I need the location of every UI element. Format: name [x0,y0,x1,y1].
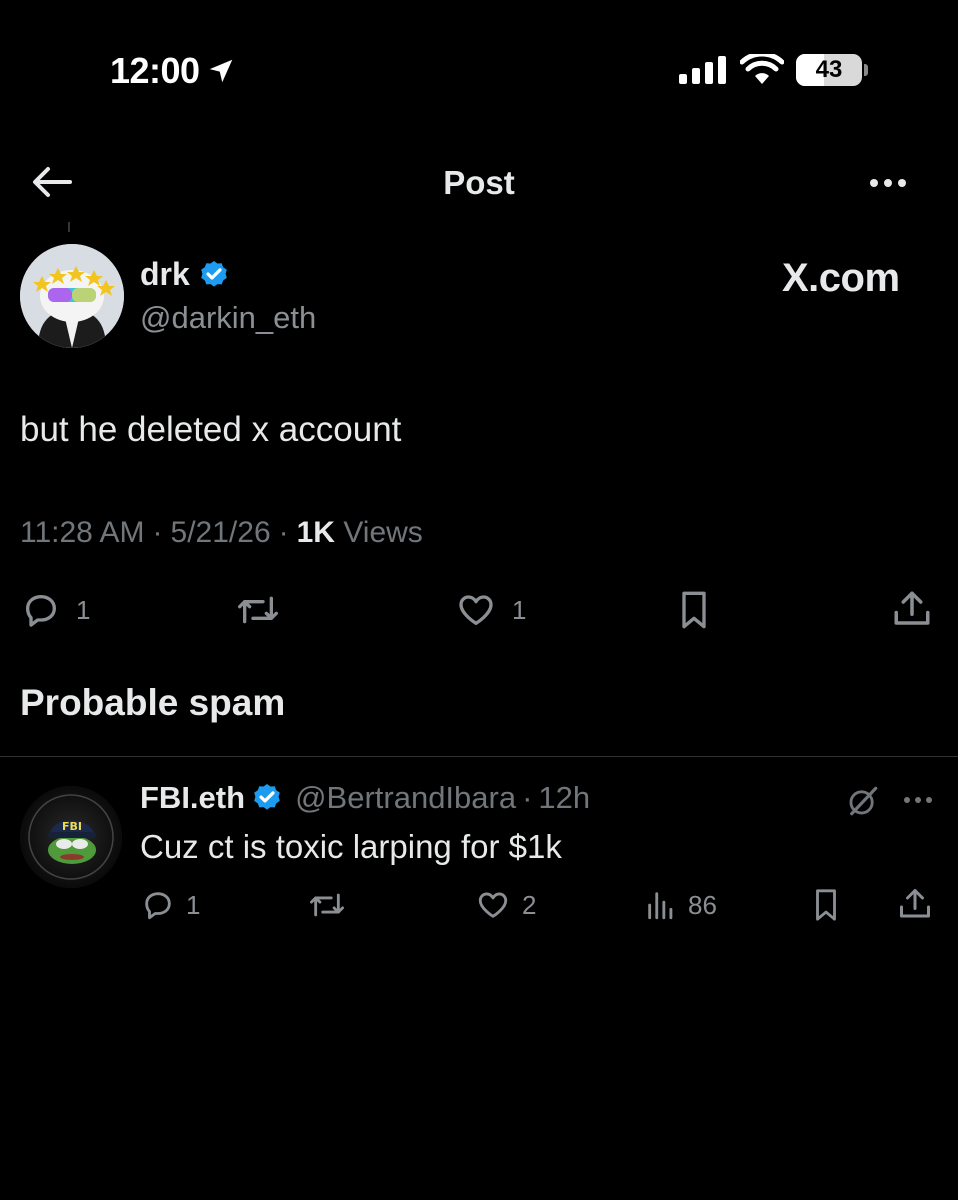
avatar-image [20,244,124,348]
signal-icon [679,56,726,84]
post-meta: 11:28 AM · 5/21/26 · 1K Views [20,516,423,550]
back-button[interactable] [30,164,74,200]
reply-author-handle[interactable]: @BertrandIbara [295,780,516,816]
reply-reply-count: 1 [186,889,201,920]
status-bar-indicators: 43 [678,54,868,86]
reply-like-button[interactable]: 2 [474,888,536,922]
grok-icon [849,786,878,816]
avatar-image: FBI [20,786,122,888]
bookmark-button[interactable] [676,590,712,630]
meta-separator: · [152,516,163,549]
location-arrow-icon [209,59,232,83]
views-label: Views [343,516,423,549]
reply-author-name[interactable]: FBI.eth [140,780,245,816]
post-time[interactable]: 11:28 AM [20,516,145,550]
reply-icon [26,595,56,627]
views-count-group[interactable]: 1K Views [297,516,423,550]
reply-share-button[interactable] [896,886,934,922]
repost-icon [238,596,278,624]
reply-button[interactable]: 1 [20,590,90,630]
section-heading: Probable spam [20,682,286,723]
reply-separator: · [522,780,533,815]
more-icon [870,179,906,187]
views-count: 1K [296,516,335,549]
verified-icon [200,260,227,287]
reply-like-count: 2 [522,889,537,920]
battery-level: 43 [815,56,843,83]
grok-button[interactable] [846,784,880,823]
reply-repost-button[interactable] [306,888,348,922]
status-bar-time: 12:00 [110,50,236,92]
like-button[interactable]: 1 [454,590,526,630]
like-count: 1 [512,594,527,625]
post-text: but he deleted x account [20,410,402,449]
reply-views-count: 86 [688,889,717,920]
reply-bookmark-button[interactable] [810,888,842,922]
reply-count: 1 [76,594,91,625]
reply-header: FBI.eth @BertrandIbara · 12h [140,780,590,816]
wifi-icon [740,54,784,84]
reply-views-button[interactable]: 86 [644,888,717,922]
more-options-button[interactable] [864,168,912,198]
verified-icon [254,784,280,810]
reply-icon [145,892,171,920]
reply-text: Cuz ct is toxic larping for $1k [140,828,562,865]
back-arrow-icon [33,167,72,197]
battery-icon: 43 [796,54,862,86]
author-avatar[interactable] [20,244,124,348]
bookmark-icon [682,591,706,629]
page-title: Post [443,164,515,201]
battery-nub [864,64,868,76]
share-button[interactable] [890,588,934,630]
divider [0,756,958,757]
share-icon [900,889,930,918]
more-icon [904,797,932,803]
post-date[interactable]: 5/21/26 [171,516,271,550]
repost-icon [310,893,345,917]
views-icon [648,892,673,920]
author-name[interactable]: drk [140,256,190,293]
like-icon [478,892,508,918]
reply-time[interactable]: 12h [538,780,590,816]
reply-reply-button[interactable]: 1 [140,888,200,922]
like-icon [459,595,493,625]
share-icon [894,591,930,625]
reply-author-avatar[interactable]: FBI [20,786,122,888]
reply-more-button[interactable] [900,788,936,817]
meta-separator: · [278,516,289,549]
author-name-row[interactable]: drk [140,256,230,293]
thread-line [68,222,70,232]
status-time-text: 12:00 [110,50,200,91]
brand-watermark: X.com [782,256,900,300]
avatar-cap-text: FBI [62,820,82,833]
repost-button[interactable] [234,590,282,630]
author-handle[interactable]: @darkin_eth [140,300,316,336]
bookmark-icon [816,889,836,921]
